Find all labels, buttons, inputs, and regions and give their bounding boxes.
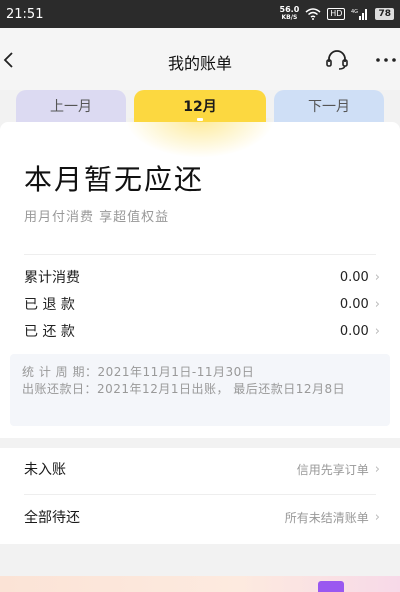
row-label: 全部待还 xyxy=(24,510,80,526)
wifi-icon xyxy=(305,8,321,20)
billing-date: 出账还款日： 2021年12月1日出账， 最后还款日12月8日 xyxy=(22,382,346,396)
chevron-right-icon: › xyxy=(374,323,380,339)
svg-text:4G: 4G xyxy=(351,9,358,15)
chevron-right-icon: › xyxy=(374,269,380,285)
row-all-pending[interactable]: 全部待还 所有未结清账单 › xyxy=(24,506,380,528)
tab-indicator xyxy=(197,118,203,121)
chevron-right-icon: › xyxy=(374,296,380,312)
status-time: 21:51 xyxy=(6,6,44,22)
tab-next-month[interactable]: 下一月 xyxy=(274,90,384,122)
app-header: 我的账单 xyxy=(0,28,400,90)
tab-previous-month[interactable]: 上一月 xyxy=(16,90,126,122)
statistics-period: 统 计 周 期： 2021年11月1日-11月30日 xyxy=(22,365,255,379)
pending-card: 未入账 信用先享订单 › 全部待还 所有未结清账单 › xyxy=(0,448,400,544)
row-pending[interactable]: 未入账 信用先享订单 › xyxy=(24,458,380,480)
row-link-text: 所有未结清账单 xyxy=(284,510,369,525)
row-refunded[interactable]: 已 退 款 0.00 › xyxy=(24,293,380,315)
row-label: 累计消费 xyxy=(24,270,80,286)
chevron-right-icon: › xyxy=(374,461,380,477)
chevron-right-icon: › xyxy=(374,509,380,525)
status-bar: 21:51 56.0 KB/S HD 4G 78 xyxy=(0,0,400,28)
signal-icon: 4G xyxy=(351,8,369,20)
bill-subline: 用月付消费 享超值权益 xyxy=(24,210,170,225)
network-speed: 56.0 KB/S xyxy=(279,5,300,22)
row-repaid[interactable]: 已 还 款 0.00 › xyxy=(24,320,380,342)
status-icons: 56.0 KB/S HD 4G 78 xyxy=(280,6,394,22)
battery-indicator: 78 xyxy=(375,8,394,20)
more-icon[interactable] xyxy=(374,50,398,70)
bill-headline: 本月暂无应还 xyxy=(24,163,205,196)
tab-glow xyxy=(125,118,275,158)
row-link-text: 信用先享订单 xyxy=(296,462,369,477)
row-label: 已 还 款 xyxy=(24,324,75,340)
divider xyxy=(24,494,376,495)
hd-badge: HD xyxy=(327,8,346,20)
row-value: 0.00 xyxy=(339,323,369,339)
row-value: 0.00 xyxy=(339,269,369,285)
bill-summary-card: 本月暂无应还 用月付消费 享超值权益 累计消费 0.00 › 已 退 款 0.0… xyxy=(0,122,400,438)
row-value: 0.00 xyxy=(339,296,369,312)
customer-service-icon[interactable] xyxy=(324,48,350,72)
row-total-spend[interactable]: 累计消费 0.00 › xyxy=(24,266,380,288)
row-label: 未入账 xyxy=(24,462,66,478)
gift-icon xyxy=(318,581,344,592)
divider xyxy=(24,254,376,255)
billing-info-box: 统 计 周 期： 2021年11月1日-11月30日 出账还款日： 2021年1… xyxy=(10,354,390,426)
row-label: 已 退 款 xyxy=(24,297,75,313)
